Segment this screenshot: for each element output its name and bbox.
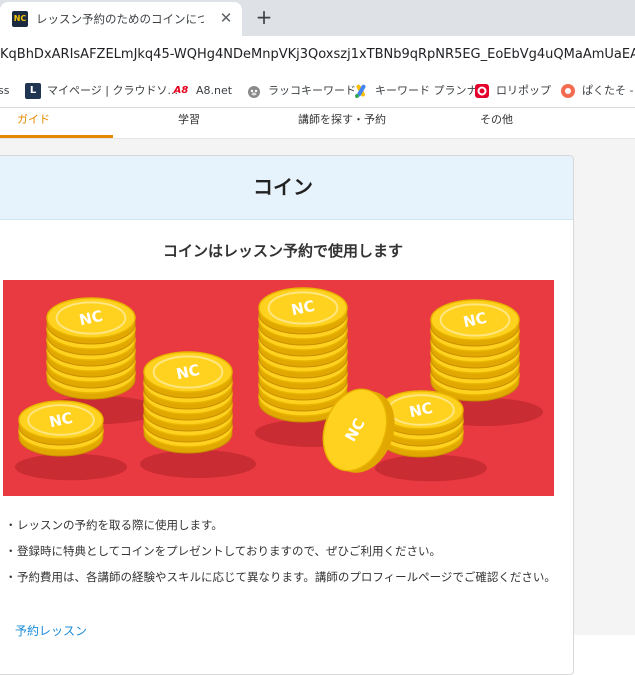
card-subtitle: コインはレッスン予約で使用します <box>162 242 403 260</box>
bookmark-label: ぱくたそ - <box>582 84 634 97</box>
bookmark-label: マイページ | クラウドソ... <box>47 84 178 97</box>
url-text[interactable]: KqBhDxARIsAFZELmJkq45-WQHg4NDeMnpVKj3Qox… <box>0 46 635 64</box>
bullet-text: 予約費用は、各講師の経験やスキルに応じて異なります。講師のプロフィールページでご… <box>17 570 556 584</box>
nav-active-underline <box>0 135 113 138</box>
bookmark-mypage[interactable]: L マイページ | クラウドソ... <box>25 82 178 100</box>
page-content: コイン コインはレッスン予約で使用します NC NC NC NC NC NC NC ・ レッ… <box>0 139 635 675</box>
L-icon: L <box>25 83 41 99</box>
a8-icon: A8 <box>173 85 189 96</box>
lolipop-icon <box>474 83 490 99</box>
nav-find-teacher[interactable]: 講師を探す・予約 <box>298 112 386 128</box>
coins-banner-image: NC NC NC NC NC NC NC <box>3 280 554 496</box>
bullet-mark: ・ <box>5 518 17 532</box>
page-title: コイン <box>253 175 313 199</box>
close-tab-icon[interactable]: ✕ <box>217 9 235 27</box>
bullet-mark: ・ <box>5 570 17 584</box>
bookmark-a8[interactable]: A8 A8.net <box>172 82 232 100</box>
coin-card: コイン コインはレッスン予約で使用します NC NC NC NC NC NC NC ・ レッ… <box>0 155 574 675</box>
bookmark-lolipop[interactable]: ロリポップ <box>474 82 551 100</box>
bookmark-keyword-planner[interactable]: キーワード プランナ <box>353 82 478 100</box>
nc-favicon-icon: NC <box>12 11 28 27</box>
card-header: コイン <box>0 156 573 220</box>
bookmarks-bar: ss L マイページ | クラウドソ... A8 A8.net ラッコキーワード キ… <box>0 74 635 108</box>
bookmark-pakutaso[interactable]: ぱくたそ - <box>560 82 633 100</box>
bullet-text: レッスンの予約を取る際に使用します。 <box>17 518 223 532</box>
bookmark-label: キーワード プランナ <box>375 84 478 97</box>
nav-study[interactable]: 学習 <box>178 112 200 128</box>
nav-other[interactable]: その他 <box>480 112 513 128</box>
list-item: ・ 登録時に特典としてコインをプレゼントしておりますので、ぜひご利用ください。 <box>5 542 565 561</box>
browser-tab-strip: NC レッスン予約のためのコインについて | ✕ + <box>0 0 635 36</box>
rakko-icon <box>246 83 262 99</box>
bookmark-label: ラッコキーワード <box>268 84 356 97</box>
browser-tab[interactable]: NC レッスン予約のためのコインについて | ✕ <box>0 2 242 36</box>
google-ads-icon <box>353 83 369 99</box>
address-bar[interactable]: KqBhDxARIsAFZELmJkq45-WQHg4NDeMnpVKj3Qox… <box>0 36 635 74</box>
reserved-lessons-link[interactable]: 予約レッスン <box>15 622 87 640</box>
coin-rules-list: ・ レッスンの予約を取る際に使用します。 ・ 登録時に特典としてコインをプレゼン… <box>5 516 565 594</box>
site-nav: ガイド 学習 講師を探す・予約 その他 <box>0 108 635 139</box>
coins-illustration: NCNCNCNCNC NCNC <box>15 287 543 482</box>
bullet-mark: ・ <box>5 544 17 558</box>
pakutaso-icon <box>560 83 576 99</box>
new-tab-icon[interactable]: + <box>252 6 276 30</box>
tab-title: レッスン予約のためのコインについて | <box>36 12 204 26</box>
coin-shadow <box>140 450 256 478</box>
bookmark-ss[interactable]: ss <box>0 82 9 100</box>
list-item: ・ レッスンの予約を取る際に使用します。 <box>5 516 565 535</box>
bookmark-rakko[interactable]: ラッコキーワード <box>246 82 356 100</box>
nav-guide[interactable]: ガイド <box>17 112 50 128</box>
coin-shadow <box>15 453 127 481</box>
bookmark-label: ロリポップ <box>496 84 551 97</box>
bookmark-label: ss <box>0 84 10 97</box>
bullet-text: 登録時に特典としてコインをプレゼントしておりますので、ぜひご利用ください。 <box>17 544 442 558</box>
coin-shadow <box>375 454 487 482</box>
bookmark-label: A8.net <box>196 84 233 97</box>
list-item: ・ 予約費用は、各講師の経験やスキルに応じて異なります。講師のプロフィールページ… <box>5 568 565 587</box>
coin-stack: NC <box>140 351 256 478</box>
